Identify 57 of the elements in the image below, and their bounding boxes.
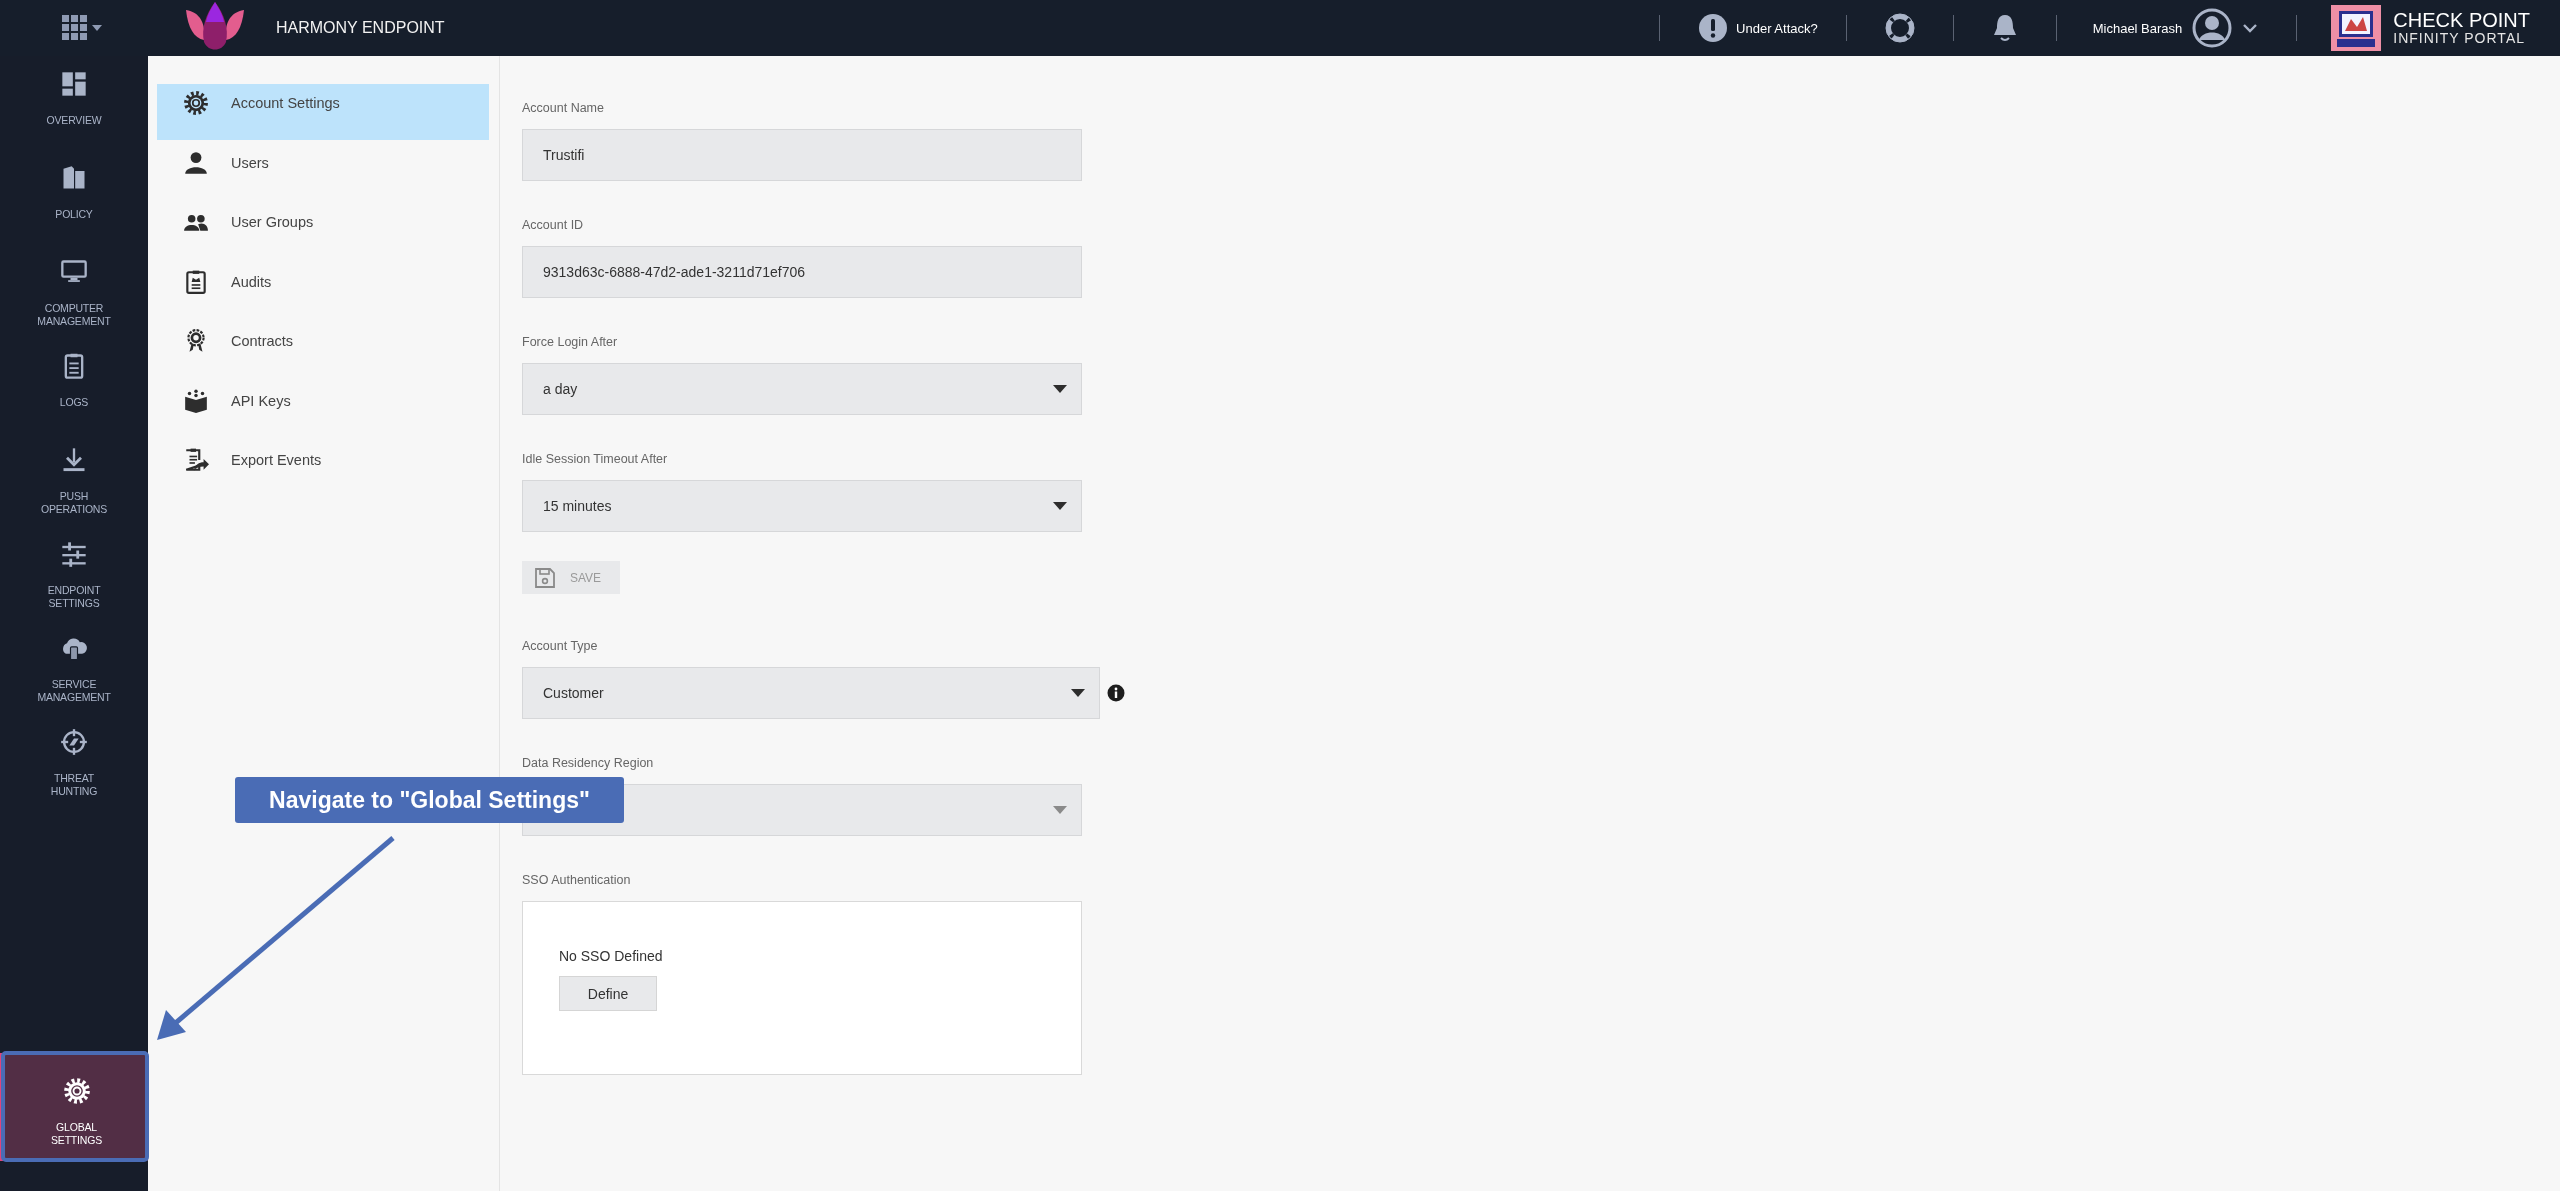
avatar-icon [2192,8,2233,48]
settings-menu-item[interactable]: Audits [157,262,489,319]
settings-menu-item[interactable]: Account Settings [157,84,489,140]
field-label: Account ID [522,217,585,233]
nav-item[interactable]: PUSH OPERATIONS [0,432,148,526]
nav-item[interactable]: THREAT HUNTING [0,714,148,808]
nav-item[interactable]: ENDPOINT SETTINGS [0,526,148,620]
nav-item[interactable]: LOGS [0,338,148,432]
field-label: Force Login After [522,334,619,350]
field-label: Account Type [522,638,599,654]
under-attack-link[interactable]: Under Attack? [1736,20,1818,36]
nav-item[interactable]: GLOBAL SETTINGS [0,1053,148,1161]
product-title: HARMONY ENDPOINT [276,19,445,37]
dropdown-arrow-icon [1071,689,1085,697]
settings-menu-item[interactable]: Contracts [157,322,489,378]
dropdown-field[interactable]: Customer [522,667,1100,719]
brand-subtitle: INFINITY PORTAL [2393,31,2526,46]
dropdown-arrow-icon [1053,806,1067,814]
sliders-icon [60,540,88,568]
gear-icon [62,1077,91,1105]
field-label: Idle Session Timeout After [522,451,669,467]
bell-icon[interactable] [1991,13,2018,43]
text-field[interactable]: 9313d63c-6888-47d2-ade1-3211d71ef706 [522,246,1082,298]
settings-menu-item[interactable]: User Groups [157,203,489,259]
clipboard-icon [183,268,209,295]
gear-icon [183,90,209,116]
nav-item[interactable]: SERVICE MANAGEMENT [0,620,148,714]
portal-logo-icon [2331,5,2382,51]
sso-status-text: No SSO Defined [559,948,664,964]
instruction-tooltip: Navigate to "Global Settings" [235,777,624,823]
lifebuoy-icon[interactable] [1884,13,1915,43]
overview-grid-icon [60,70,88,98]
alert-icon [1698,13,1729,43]
field-label: Account Name [522,100,605,116]
nav-item[interactable]: COMPUTER MANAGEMENT [0,244,148,338]
settings-menu-item[interactable]: API Keys [157,381,489,438]
caret-icon [92,24,102,32]
person-icon [183,149,209,176]
settings-menu-item[interactable]: Export Events [157,441,489,497]
nav-item[interactable]: OVERVIEW [0,56,148,150]
user-name[interactable]: Michael Barash [2092,20,2183,36]
dropdown-arrow-icon [1053,385,1067,393]
crosshair-icon [60,728,88,756]
settings-menu-item[interactable]: Users [157,143,489,200]
dropdown-arrow-icon [1053,502,1067,510]
app-grid-icon[interactable] [62,15,88,41]
open-box-icon [183,387,209,414]
dropdown-field[interactable]: 15 minutes [522,480,1082,532]
document-export-icon [183,447,209,473]
field-label: SSO Authentication [522,872,632,888]
nav-item[interactable]: POLICY [0,150,148,244]
brand-title: CHECK POINT [2393,10,2530,32]
dropdown-field[interactable]: a day [522,363,1082,415]
chevron-down-icon [2242,23,2259,33]
text-field[interactable]: Trustifi [522,129,1082,181]
define-button[interactable]: Define [559,976,657,1011]
field-label: Data Residency Region [522,755,655,771]
